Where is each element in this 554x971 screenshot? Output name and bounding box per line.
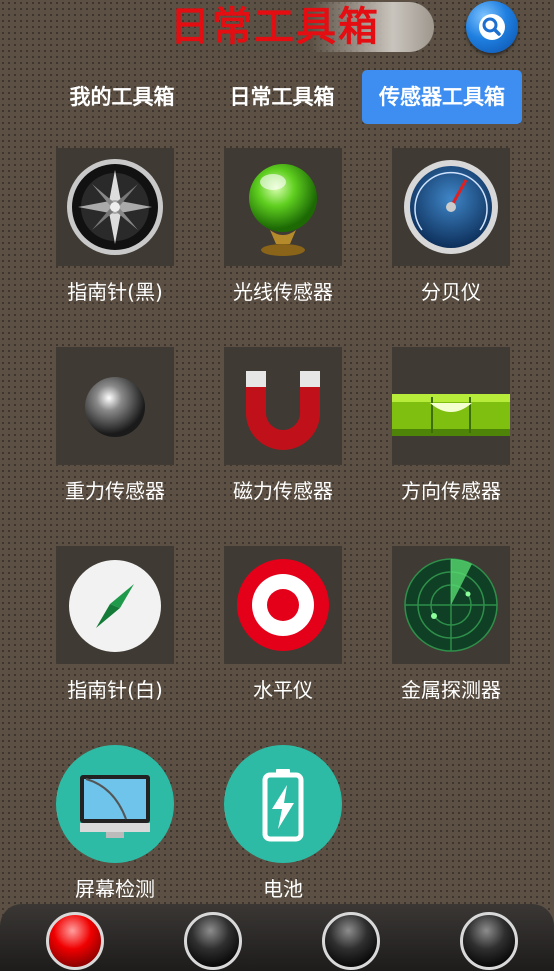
magnet-icon <box>246 371 320 450</box>
light-sensor-icon <box>249 164 317 256</box>
search-button[interactable] <box>466 1 518 53</box>
bottom-nav-item-2[interactable] <box>184 912 242 970</box>
tab-daily-toolbox[interactable]: 日常工具箱 <box>218 70 346 124</box>
tool-label: 屏幕检测 <box>75 877 155 901</box>
level-target-icon <box>237 559 329 651</box>
tab-my-toolbox[interactable]: 我的工具箱 <box>56 70 188 124</box>
page-title: 日常工具箱 <box>170 3 380 50</box>
radar-icon <box>404 558 498 652</box>
tool-battery[interactable]: 电池 <box>224 745 342 901</box>
decibel-meter-icon <box>404 160 498 254</box>
bottom-nav-item-3[interactable] <box>322 912 380 970</box>
tool-direction-sensor[interactable]: 方向传感器 <box>392 347 510 503</box>
tool-label: 分贝仪 <box>421 280 481 304</box>
battery-icon <box>262 769 304 842</box>
tool-screen-test[interactable]: 屏幕检测 <box>56 745 174 901</box>
tool-label: 光线传感器 <box>233 280 333 304</box>
tool-label: 金属探测器 <box>401 678 501 702</box>
tool-label: 电池 <box>263 877 303 901</box>
search-icon <box>479 14 505 40</box>
tool-label: 方向传感器 <box>401 479 501 503</box>
tool-level[interactable]: 水平仪 <box>224 546 342 702</box>
tool-compass-black[interactable]: 指南针(黑) <box>56 148 174 304</box>
bottom-nav-item-4[interactable] <box>460 912 518 970</box>
bottom-nav-item-1[interactable] <box>46 912 104 970</box>
tool-label: 指南针(黑) <box>67 280 163 304</box>
tool-label: 水平仪 <box>253 678 313 702</box>
tool-light-sensor[interactable]: 光线传感器 <box>224 148 342 304</box>
compass-white-icon <box>69 560 161 652</box>
gravity-sensor-icon <box>85 377 145 437</box>
tool-metal-detector[interactable]: 金属探测器 <box>392 546 510 702</box>
spirit-level-icon <box>392 394 510 436</box>
tool-compass-white[interactable]: 指南针(白) <box>56 546 174 702</box>
tool-label: 磁力传感器 <box>233 479 333 503</box>
tool-label: 指南针(白) <box>67 678 163 702</box>
compass-black-icon <box>67 159 163 255</box>
screen-test-icon <box>80 775 150 838</box>
tab-sensor-toolbox[interactable]: 传感器工具箱 <box>362 70 522 124</box>
tool-label: 重力传感器 <box>65 479 165 503</box>
tool-decibel-meter[interactable]: 分贝仪 <box>392 148 510 304</box>
tool-magnetic-sensor[interactable]: 磁力传感器 <box>224 347 342 503</box>
tool-gravity-sensor[interactable]: 重力传感器 <box>56 347 174 503</box>
